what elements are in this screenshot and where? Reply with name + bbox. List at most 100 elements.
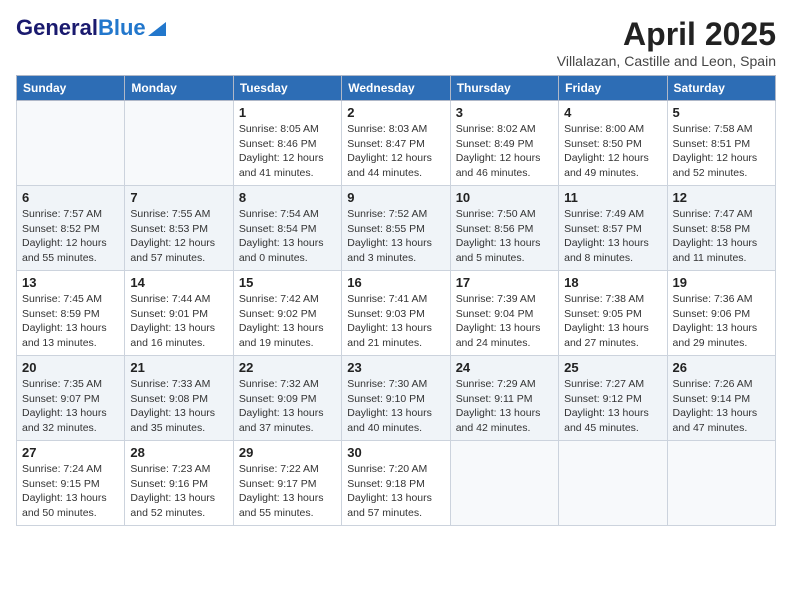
day-info: Sunrise: 7:41 AMSunset: 9:03 PMDaylight:… <box>347 292 444 351</box>
calendar-cell <box>559 441 667 526</box>
day-info: Sunrise: 7:55 AMSunset: 8:53 PMDaylight:… <box>130 207 227 266</box>
calendar-cell <box>125 101 233 186</box>
calendar-cell: 21 Sunrise: 7:33 AMSunset: 9:08 PMDayligh… <box>125 356 233 441</box>
logo-text: GeneralBlue <box>16 16 146 40</box>
day-info: Sunrise: 7:26 AMSunset: 9:14 PMDaylight:… <box>673 377 770 436</box>
day-info: Sunrise: 7:47 AMSunset: 8:58 PMDaylight:… <box>673 207 770 266</box>
day-info: Sunrise: 7:22 AMSunset: 9:17 PMDaylight:… <box>239 462 336 521</box>
day-number: 8 <box>239 190 336 205</box>
day-number: 12 <box>673 190 770 205</box>
calendar-cell: 16 Sunrise: 7:41 AMSunset: 9:03 PMDayligh… <box>342 271 450 356</box>
weekday-header-wednesday: Wednesday <box>342 76 450 101</box>
calendar-cell: 1 Sunrise: 8:05 AMSunset: 8:46 PMDaylight… <box>233 101 341 186</box>
day-info: Sunrise: 7:44 AMSunset: 9:01 PMDaylight:… <box>130 292 227 351</box>
day-number: 19 <box>673 275 770 290</box>
page-header: GeneralBlue April 2025 Villalazan, Casti… <box>16 16 776 69</box>
day-number: 18 <box>564 275 661 290</box>
month-title: April 2025 <box>557 16 776 53</box>
day-number: 11 <box>564 190 661 205</box>
day-number: 9 <box>347 190 444 205</box>
calendar-cell: 18 Sunrise: 7:38 AMSunset: 9:05 PMDayligh… <box>559 271 667 356</box>
day-info: Sunrise: 7:58 AMSunset: 8:51 PMDaylight:… <box>673 122 770 181</box>
calendar-cell: 13Sunrise: 7:45 AMSunset: 8:59 PMDayligh… <box>17 271 125 356</box>
day-info: Sunrise: 8:05 AMSunset: 8:46 PMDaylight:… <box>239 122 336 181</box>
day-info: Sunrise: 7:54 AMSunset: 8:54 PMDaylight:… <box>239 207 336 266</box>
calendar-cell: 10 Sunrise: 7:50 AMSunset: 8:56 PMDayligh… <box>450 186 558 271</box>
weekday-header-sunday: Sunday <box>17 76 125 101</box>
calendar-week-row: 27 Sunrise: 7:24 AMSunset: 9:15 PMDayligh… <box>17 441 776 526</box>
day-info: Sunrise: 7:36 AMSunset: 9:06 PMDaylight:… <box>673 292 770 351</box>
logo-icon <box>148 22 166 36</box>
day-info: Sunrise: 7:30 AMSunset: 9:10 PMDaylight:… <box>347 377 444 436</box>
day-number: 24 <box>456 360 553 375</box>
calendar-cell: 24 Sunrise: 7:29 AMSunset: 9:11 PMDayligh… <box>450 356 558 441</box>
day-number: 25 <box>564 360 661 375</box>
weekday-header-thursday: Thursday <box>450 76 558 101</box>
day-info: Sunrise: 7:33 AMSunset: 9:08 PMDaylight:… <box>130 377 227 436</box>
calendar-cell: 26Sunrise: 7:26 AMSunset: 9:14 PMDayligh… <box>667 356 775 441</box>
calendar-cell: 3 Sunrise: 8:02 AMSunset: 8:49 PMDaylight… <box>450 101 558 186</box>
day-number: 29 <box>239 445 336 460</box>
calendar-cell: 23 Sunrise: 7:30 AMSunset: 9:10 PMDayligh… <box>342 356 450 441</box>
calendar-cell: 9Sunrise: 7:52 AMSunset: 8:55 PMDaylight… <box>342 186 450 271</box>
day-number: 10 <box>456 190 553 205</box>
location-subtitle: Villalazan, Castille and Leon, Spain <box>557 53 776 69</box>
day-number: 21 <box>130 360 227 375</box>
day-number: 27 <box>22 445 119 460</box>
day-info: Sunrise: 7:27 AMSunset: 9:12 PMDaylight:… <box>564 377 661 436</box>
weekday-header-friday: Friday <box>559 76 667 101</box>
weekday-header-row: SundayMondayTuesdayWednesdayThursdayFrid… <box>17 76 776 101</box>
calendar-week-row: 13Sunrise: 7:45 AMSunset: 8:59 PMDayligh… <box>17 271 776 356</box>
day-info: Sunrise: 8:00 AMSunset: 8:50 PMDaylight:… <box>564 122 661 181</box>
calendar-cell: 5 Sunrise: 7:58 AMSunset: 8:51 PMDaylight… <box>667 101 775 186</box>
day-number: 5 <box>673 105 770 120</box>
calendar-week-row: 6 Sunrise: 7:57 AMSunset: 8:52 PMDaylight… <box>17 186 776 271</box>
day-number: 20 <box>22 360 119 375</box>
day-info: Sunrise: 8:02 AMSunset: 8:49 PMDaylight:… <box>456 122 553 181</box>
day-number: 23 <box>347 360 444 375</box>
day-number: 7 <box>130 190 227 205</box>
day-info: Sunrise: 7:24 AMSunset: 9:15 PMDaylight:… <box>22 462 119 521</box>
day-number: 16 <box>347 275 444 290</box>
calendar-cell: 12 Sunrise: 7:47 AMSunset: 8:58 PMDayligh… <box>667 186 775 271</box>
day-info: Sunrise: 7:23 AMSunset: 9:16 PMDaylight:… <box>130 462 227 521</box>
day-info: Sunrise: 7:49 AMSunset: 8:57 PMDaylight:… <box>564 207 661 266</box>
weekday-header-tuesday: Tuesday <box>233 76 341 101</box>
calendar-cell: 22Sunrise: 7:32 AMSunset: 9:09 PMDayligh… <box>233 356 341 441</box>
calendar-cell: 15Sunrise: 7:42 AMSunset: 9:02 PMDayligh… <box>233 271 341 356</box>
day-number: 6 <box>22 190 119 205</box>
day-info: Sunrise: 7:20 AMSunset: 9:18 PMDaylight:… <box>347 462 444 521</box>
calendar-cell <box>667 441 775 526</box>
day-number: 4 <box>564 105 661 120</box>
calendar-cell: 29 Sunrise: 7:22 AMSunset: 9:17 PMDayligh… <box>233 441 341 526</box>
day-info: Sunrise: 7:42 AMSunset: 9:02 PMDaylight:… <box>239 292 336 351</box>
calendar-cell: 25 Sunrise: 7:27 AMSunset: 9:12 PMDayligh… <box>559 356 667 441</box>
calendar-cell: 6 Sunrise: 7:57 AMSunset: 8:52 PMDaylight… <box>17 186 125 271</box>
day-number: 1 <box>239 105 336 120</box>
calendar-cell: 7 Sunrise: 7:55 AMSunset: 8:53 PMDaylight… <box>125 186 233 271</box>
day-info: Sunrise: 7:35 AMSunset: 9:07 PMDaylight:… <box>22 377 119 436</box>
day-info: Sunrise: 7:38 AMSunset: 9:05 PMDaylight:… <box>564 292 661 351</box>
calendar-table: SundayMondayTuesdayWednesdayThursdayFrid… <box>16 75 776 526</box>
day-number: 17 <box>456 275 553 290</box>
calendar-cell: 30Sunrise: 7:20 AMSunset: 9:18 PMDayligh… <box>342 441 450 526</box>
day-info: Sunrise: 7:50 AMSunset: 8:56 PMDaylight:… <box>456 207 553 266</box>
calendar-cell: 4 Sunrise: 8:00 AMSunset: 8:50 PMDaylight… <box>559 101 667 186</box>
calendar-cell: 19 Sunrise: 7:36 AMSunset: 9:06 PMDayligh… <box>667 271 775 356</box>
day-info: Sunrise: 8:03 AMSunset: 8:47 PMDaylight:… <box>347 122 444 181</box>
calendar-week-row: 20 Sunrise: 7:35 AMSunset: 9:07 PMDayligh… <box>17 356 776 441</box>
day-number: 2 <box>347 105 444 120</box>
day-number: 3 <box>456 105 553 120</box>
weekday-header-saturday: Saturday <box>667 76 775 101</box>
calendar-cell: 27 Sunrise: 7:24 AMSunset: 9:15 PMDayligh… <box>17 441 125 526</box>
calendar-cell: 2 Sunrise: 8:03 AMSunset: 8:47 PMDaylight… <box>342 101 450 186</box>
calendar-week-row: 1 Sunrise: 8:05 AMSunset: 8:46 PMDaylight… <box>17 101 776 186</box>
day-info: Sunrise: 7:39 AMSunset: 9:04 PMDaylight:… <box>456 292 553 351</box>
calendar-cell <box>450 441 558 526</box>
calendar-cell: 28 Sunrise: 7:23 AMSunset: 9:16 PMDayligh… <box>125 441 233 526</box>
day-info: Sunrise: 7:57 AMSunset: 8:52 PMDaylight:… <box>22 207 119 266</box>
day-number: 13 <box>22 275 119 290</box>
day-number: 28 <box>130 445 227 460</box>
day-info: Sunrise: 7:29 AMSunset: 9:11 PMDaylight:… <box>456 377 553 436</box>
calendar-cell: 8 Sunrise: 7:54 AMSunset: 8:54 PMDaylight… <box>233 186 341 271</box>
